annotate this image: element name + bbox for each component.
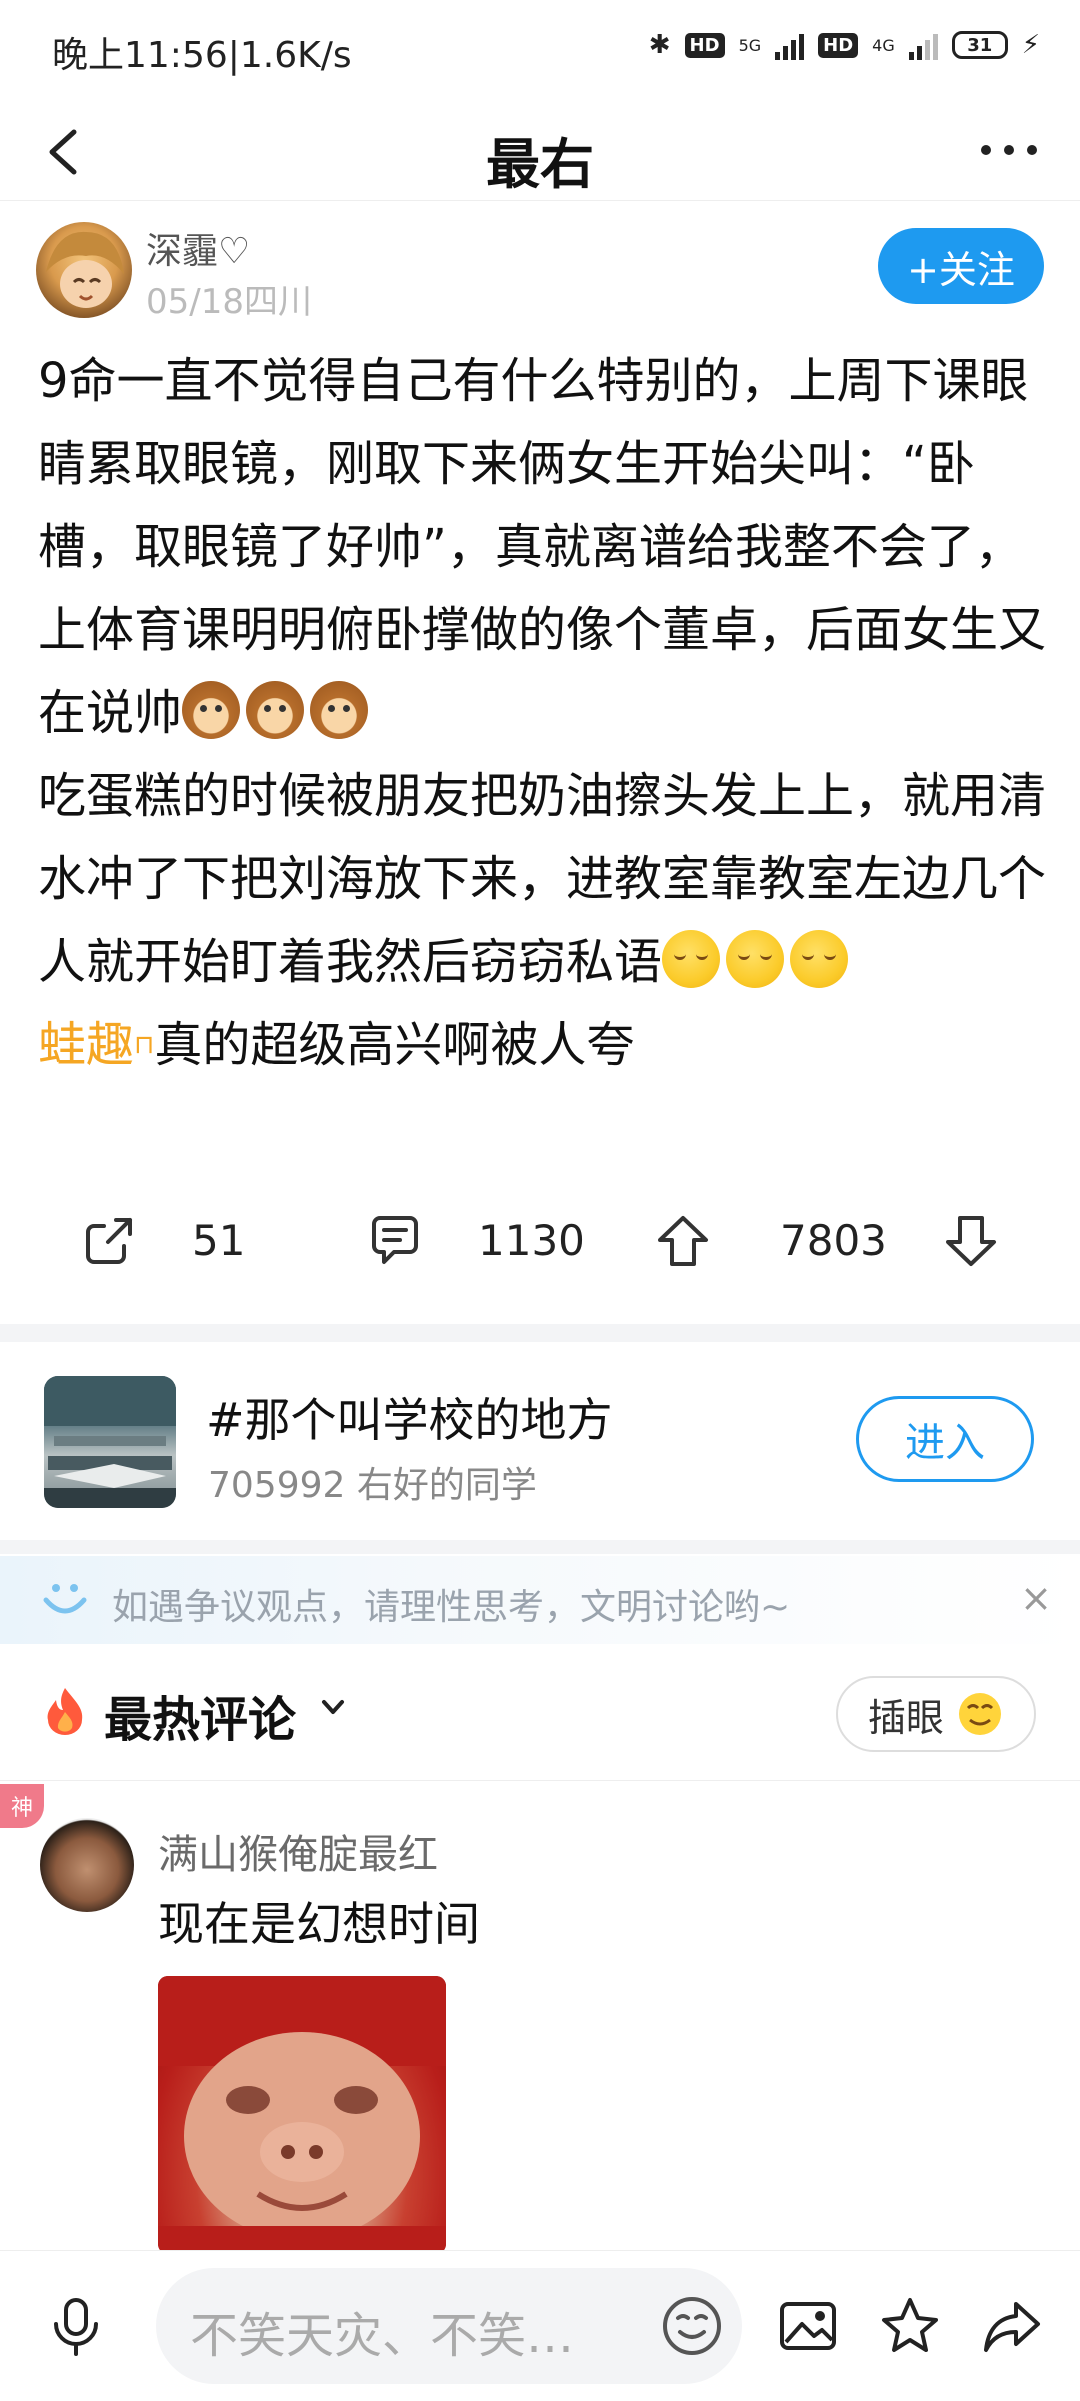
downvote-icon[interactable] — [942, 1212, 1000, 1270]
signal-4g-label: 4G — [872, 35, 895, 55]
comment-icon[interactable] — [366, 1212, 424, 1270]
post-paragraph-3: 蛙趣⊓真的超级高兴啊被人夸 — [38, 1004, 1048, 1087]
post-paragraph-3-text: 真的超级高兴啊被人夸 — [154, 1017, 635, 1073]
image-icon[interactable] — [776, 2294, 840, 2358]
god-comment-badge: 神 — [0, 1784, 44, 1828]
bluetooth-icon: ✱ — [648, 30, 671, 60]
bookmark-label: 插眼 — [867, 1695, 944, 1740]
section-divider-2 — [0, 1540, 1080, 1554]
pig-character-image — [158, 1976, 446, 2254]
emoji-icon[interactable] — [660, 2294, 724, 2358]
monkey-emoji-icon — [310, 681, 369, 739]
post-content: 9命一直不觉得自己有什么特别的，上周下课眼睛累取眼镜，刚取下来俩女生开始尖叫：“… — [38, 340, 1048, 1087]
classroom-image — [44, 1376, 176, 1508]
commenter-avatar[interactable] — [40, 1818, 134, 1912]
tag-icon: ⊓ — [134, 1030, 155, 1060]
post-paragraph-1: 9命一直不觉得自己有什么特别的，上周下课眼睛累取眼镜，刚取下来俩女生开始尖叫：“… — [38, 340, 1048, 755]
forward-icon[interactable] — [980, 2294, 1044, 2358]
hot-comments-title[interactable]: 最热评论 — [104, 1680, 296, 1750]
status-time-text: 晚上11:56|1.6K/s — [52, 35, 352, 76]
charging-icon: ⚡ — [1021, 30, 1040, 60]
relieved-emoji-icon — [726, 930, 785, 988]
relieved-emoji-icon — [790, 930, 849, 988]
upvote-icon[interactable] — [654, 1212, 712, 1270]
smirk-emoji-icon — [959, 1693, 1001, 1735]
status-icons: ✱ HD 5G HD 4G 31 ⚡ — [649, 30, 1040, 60]
relieved-emoji-icon — [662, 930, 721, 988]
fire-icon — [47, 1688, 83, 1735]
topic-title[interactable]: #那个叫学校的地方 — [206, 1384, 613, 1450]
share-count: 51 — [192, 1216, 246, 1265]
author-name[interactable]: 深霾♡ — [146, 222, 250, 274]
signal-icon-2 — [908, 30, 938, 60]
bookmark-button[interactable]: 插眼 — [836, 1676, 1036, 1752]
smile-icon — [43, 1584, 87, 1614]
signal-icon — [775, 30, 805, 60]
hd-badge: HD — [684, 32, 725, 58]
monkey-emoji-icon — [246, 681, 305, 739]
post-tag-link[interactable]: 蛙趣 — [38, 1017, 134, 1073]
author-avatar[interactable] — [36, 222, 132, 318]
page-title: 最右 — [486, 133, 594, 196]
comment-count: 1130 — [478, 1216, 585, 1265]
share-icon[interactable] — [80, 1212, 138, 1270]
post-paragraph-1-text: 9命一直不觉得自己有什么特别的，上周下课眼睛累取眼镜，刚取下来俩女生开始尖叫：“… — [38, 353, 1047, 741]
close-icon[interactable]: × — [1020, 1576, 1052, 1620]
status-bar: 晚上11:56|1.6K/s ✱ HD 5G HD 4G 31 ⚡ — [0, 0, 1080, 100]
signal-5g-label: 5G — [738, 35, 762, 55]
monkey-emoji-icon — [182, 681, 241, 739]
nav-bar: 最右 — [0, 100, 1080, 201]
post-paragraph-2: 吃蛋糕的时候被朋友把奶油擦头发上上，就用清水冲了下把刘海放下来，进教室靠教室左边… — [38, 755, 1048, 1004]
status-time-speed: 晚上11:56|1.6K/s — [52, 26, 352, 78]
comment-text: 现在是幻想时间 — [158, 1897, 480, 1951]
topic-thumbnail[interactable] — [44, 1376, 176, 1508]
battery-icon: 31 — [951, 31, 1008, 59]
post-action-bar: 51 1130 7803 — [0, 1200, 1080, 1290]
chevron-down-icon[interactable] — [318, 1696, 348, 1720]
enter-topic-button[interactable]: 进入 — [856, 1396, 1034, 1482]
follow-button[interactable]: +关注 — [878, 228, 1044, 304]
hd-badge-2: HD — [818, 32, 859, 58]
comment-input-placeholder: 不笑天灾、不笑… — [190, 2308, 575, 2364]
divider — [0, 1780, 1080, 1781]
commenter-name[interactable]: 满山猴俺腚最红 — [158, 1822, 438, 1880]
more-icon[interactable] — [974, 132, 1044, 168]
star-icon[interactable] — [878, 2294, 942, 2358]
avatar-face — [46, 231, 124, 308]
topic-members: 705992 右好的同学 — [208, 1465, 537, 1506]
comment-image[interactable] — [158, 1976, 446, 2254]
section-divider — [0, 1324, 1080, 1342]
microphone-icon[interactable] — [44, 2294, 108, 2358]
post-paragraph-2-text: 吃蛋糕的时候被朋友把奶油擦头发上上，就用清水冲了下把刘海放下来，进教室靠教室左边… — [38, 768, 1047, 990]
like-count: 7803 — [780, 1216, 887, 1265]
post-meta: 05/18四川 — [146, 282, 312, 322]
tip-text: 如遇争议观点，请理性思考，文明讨论哟~ — [112, 1587, 791, 1628]
